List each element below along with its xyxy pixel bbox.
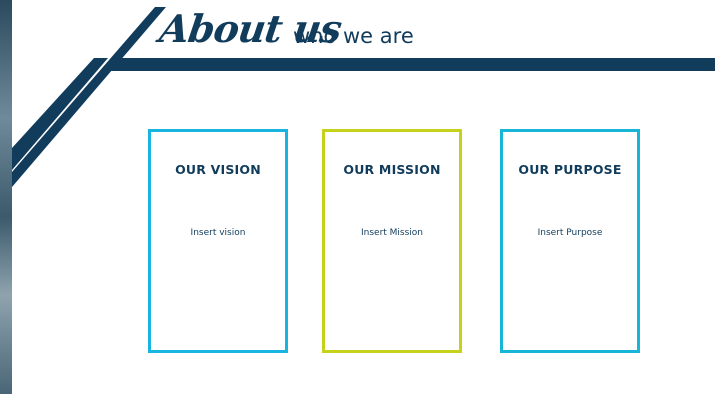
vision-card-title: OUR VISION xyxy=(175,162,261,177)
header-rule-bar xyxy=(102,58,715,71)
about-us-slide: About us who we are OUR VISION Insert vi… xyxy=(0,0,715,394)
page-subtitle: who we are xyxy=(293,24,414,48)
vision-card-body: Insert vision xyxy=(190,228,246,238)
purpose-card-body: Insert Purpose xyxy=(537,228,603,238)
purpose-card-title: OUR PURPOSE xyxy=(518,162,622,177)
diagonal-stripe xyxy=(12,7,166,187)
mission-card: OUR MISSION Insert Mission xyxy=(322,129,462,353)
mission-card-title: OUR MISSION xyxy=(343,162,441,177)
mission-card-body: Insert Mission xyxy=(360,228,424,238)
diagonal-stripe-inner xyxy=(12,58,108,170)
purpose-card: OUR PURPOSE Insert Purpose xyxy=(500,129,640,353)
vision-card: OUR VISION Insert vision xyxy=(148,129,288,353)
